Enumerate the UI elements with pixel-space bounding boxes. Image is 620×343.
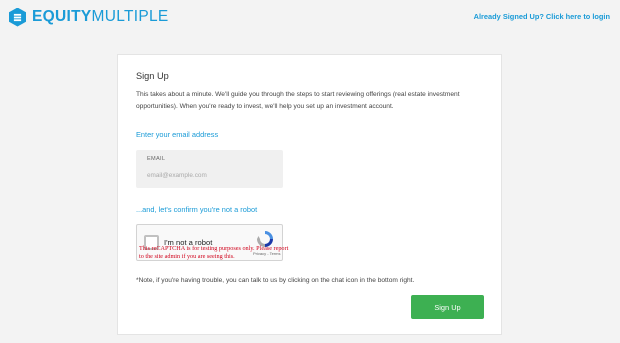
recaptcha-widget: I'm not a robot Privacy - Terms This reC… (136, 224, 288, 261)
logo-wordmark: EQUITYMULTIPLE (32, 7, 169, 27)
recaptcha-test-warning: This reCAPTCHA is for testing purposes o… (139, 245, 289, 260)
equitymultiple-logo[interactable]: EQUITYMULTIPLE (9, 7, 169, 27)
logo-wordmark-equity: EQUITY (32, 8, 92, 25)
email-input[interactable] (147, 169, 275, 181)
logo-hexagon-icon (9, 7, 26, 27)
email-field[interactable]: EMAIL (136, 150, 283, 188)
email-section-label: Enter your email address (136, 130, 219, 139)
page-title: Sign Up (136, 71, 169, 81)
signup-card: Sign Up This takes about a minute. We'll… (117, 54, 502, 335)
login-link[interactable]: Already Signed Up? Click here to login (474, 12, 610, 21)
help-note: *Note, if you're having trouble, you can… (136, 277, 415, 284)
intro-text: This takes about a minute. We'll guide y… (136, 91, 460, 110)
robot-section-label: ...and, let's confirm you're not a robot (136, 205, 258, 214)
signup-button[interactable]: Sign Up (411, 295, 484, 319)
page-header: EQUITYMULTIPLE Already Signed Up? Click … (0, 0, 620, 36)
email-field-label: EMAIL (147, 156, 166, 162)
logo-wordmark-multiple: MULTIPLE (91, 8, 169, 25)
